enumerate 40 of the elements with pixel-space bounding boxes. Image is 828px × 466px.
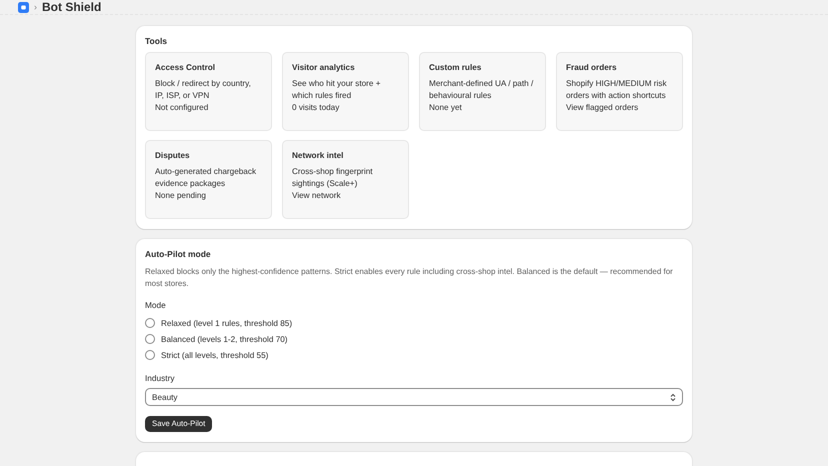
tool-tile[interactable]: Visitor analytics See who hit your store + which rules fired 0 visits today xyxy=(282,52,409,131)
tile-status: None pending xyxy=(155,190,207,202)
tile-title: Network intel xyxy=(292,151,344,160)
radio-label[interactable]: Relaxed (level 1 rules, threshold 85) xyxy=(161,318,292,328)
radio-label[interactable]: Strict (all levels, threshold 55) xyxy=(161,350,268,360)
tile-title: Disputes xyxy=(155,151,191,160)
tile-title: Visitor analytics xyxy=(292,63,356,72)
tile-status: Not configured xyxy=(155,102,210,114)
tile-title: Fraud orders xyxy=(566,63,618,72)
radio-button[interactable] xyxy=(145,350,155,360)
tool-tile[interactable]: Network intel Cross-shop fingerprint sightings (Scale+) View network xyxy=(282,140,409,219)
tile-title: Custom rules xyxy=(429,63,482,72)
card-title: Tools xyxy=(145,36,168,46)
tile-description: Shopify HIGH/MEDIUM risk orders with action shortcuts xyxy=(566,78,668,102)
industry-select[interactable]: Beauty xyxy=(145,388,683,406)
app-logo-icon xyxy=(18,2,29,12)
field-label: Mode xyxy=(145,300,167,310)
tile-status: None yet xyxy=(429,102,463,114)
tile-description: Block / redirect by country, IP, ISP, or VPN xyxy=(155,78,252,102)
tile-description: Cross-shop fingerprint sightings (Scale+) xyxy=(292,166,374,190)
tile-title: Access Control xyxy=(155,63,216,72)
tool-tile[interactable]: Custom rules Merchant-defined UA / path / behavioural rules None yet xyxy=(419,52,546,131)
tile-status: 0 visits today xyxy=(292,102,340,114)
tool-tile[interactable]: Disputes Auto-generated chargeback evidence packages None pending xyxy=(145,140,272,219)
tile-status: View network xyxy=(292,190,342,202)
radio-label[interactable]: Balanced (levels 1-2, threshold 70) xyxy=(161,334,288,344)
radio-button[interactable] xyxy=(145,334,155,344)
radio-button[interactable] xyxy=(145,318,155,328)
card-description: Relaxed blocks only the highest-confidence patterns. Strict enables every rule including cross-shop intel. Balanced is the default — recommended for most stores. xyxy=(145,266,674,290)
tile-description: Merchant-defined UA / path / behavioural rules xyxy=(429,78,534,102)
breadcrumb-separator: › xyxy=(34,2,37,12)
tool-tile[interactable]: Fraud orders Shopify HIGH/MEDIUM risk orders with action shortcuts View flagged orders xyxy=(556,52,683,131)
card-title: Auto-Pilot mode xyxy=(145,249,212,259)
chevron-updown-icon xyxy=(670,392,676,402)
tool-tile[interactable]: Access Control Block / redirect by country, IP, ISP, or VPN Not configured xyxy=(145,52,272,131)
field-label: Industry xyxy=(145,373,176,383)
tile-description: See who hit your store + which rules fired xyxy=(292,78,382,102)
page-title: Bot Shield xyxy=(42,0,102,14)
tile-description: Auto-generated chargeback evidence packages xyxy=(155,166,258,190)
tile-status: View flagged orders xyxy=(566,102,640,114)
